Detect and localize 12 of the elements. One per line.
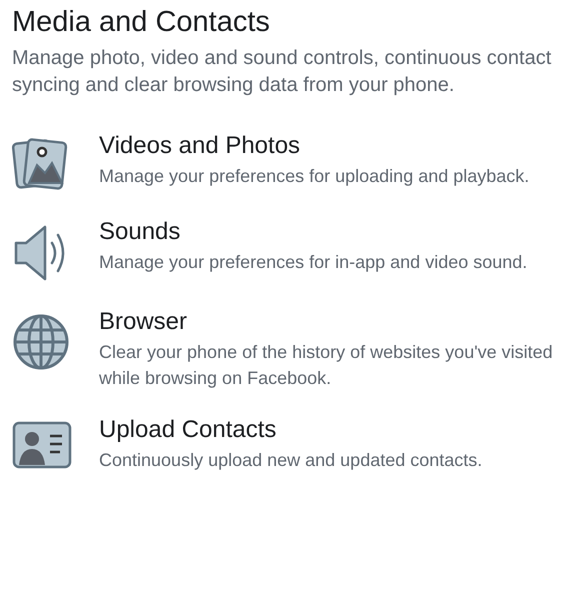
item-title[interactable]: Browser: [99, 307, 582, 337]
item-title[interactable]: Videos and Photos: [99, 131, 530, 161]
contact-card-icon: [12, 421, 72, 469]
item-title[interactable]: Sounds: [99, 217, 528, 247]
item-description: Manage your preferences for uploading and playback.: [99, 165, 530, 188]
item-description: Clear your phone of the history of websites you've visited while browsing on Facebook.: [99, 341, 554, 390]
item-description: Manage your preferences for in-app and video sound.: [99, 251, 528, 274]
page-description: Manage photo, video and sound controls, continuous contact syncing and clear browsing data from your phone.: [12, 46, 552, 98]
item-description: Continuously upload new and updated contacts.: [99, 449, 482, 472]
globe-icon: [12, 313, 70, 371]
page-title: Media and Contacts: [12, 5, 271, 40]
item-title[interactable]: Upload Contacts: [99, 415, 482, 445]
